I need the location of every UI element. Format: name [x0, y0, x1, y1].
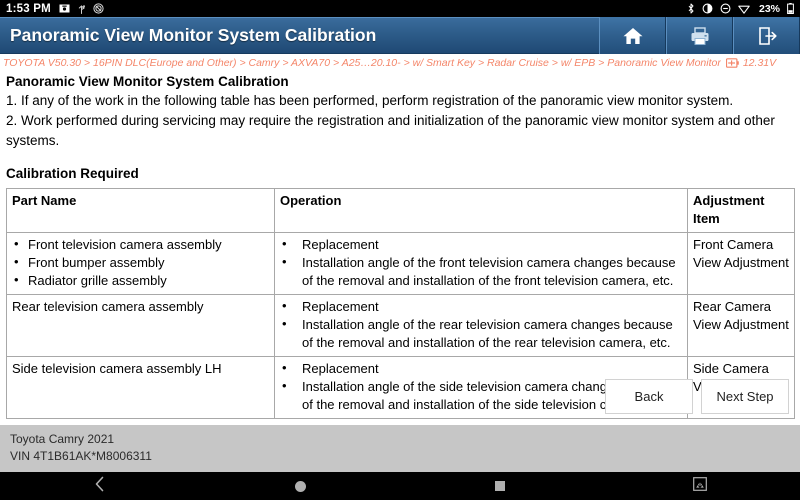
android-nav-bar: [0, 472, 800, 500]
printer-icon: [689, 26, 711, 46]
adjustment-item-text: Front Camera View Adjustment: [693, 237, 789, 270]
status-right-icons: 23%: [687, 3, 794, 15]
home-icon: [622, 26, 644, 46]
nav-home-button[interactable]: [200, 472, 400, 500]
bluetooth-icon: [687, 3, 695, 14]
column-header-part-name: Part Name: [6, 188, 275, 233]
screenshot-icon: [59, 4, 70, 13]
vehicle-info-footer: Toyota Camry 2021 VIN 4T1B61AK*M8006311: [0, 425, 800, 472]
page-title: Panoramic View Monitor System Calibratio…: [10, 25, 377, 45]
android-status-bar: 1:53 PM 23%: [0, 0, 800, 17]
status-clock: 1:53 PM: [6, 2, 51, 15]
square-icon: [495, 481, 505, 491]
wifi-icon: [738, 4, 750, 14]
do-not-disturb-icon: [93, 3, 104, 14]
table-row: Front television camera assembly Front b…: [6, 232, 795, 295]
print-button[interactable]: [666, 17, 733, 54]
list-item: Replacement: [280, 235, 682, 254]
operation-list: Replacement Installation angle of the re…: [280, 297, 682, 352]
device-screen: 1:53 PM 23% Panoramic View Monitor Syste…: [0, 0, 800, 500]
list-item: Replacement: [280, 297, 682, 316]
instruction-paragraph-1: 1. If any of the work in the following t…: [6, 93, 734, 108]
battery-voltage: 12.31V: [742, 56, 777, 69]
cell-operation: Replacement Installation angle of the fr…: [274, 232, 688, 295]
brightness-icon: [702, 3, 713, 14]
cell-operation: Replacement Installation angle of the re…: [274, 294, 688, 357]
column-header-adjustment-item: Adjustment Item: [687, 188, 795, 233]
list-item: Front bumper assembly: [12, 253, 269, 272]
nav-back-button[interactable]: [0, 472, 200, 500]
list-item: Installation angle of the rear televisio…: [280, 315, 682, 352]
dialog-button-bar: Back Next Step: [605, 379, 789, 414]
nav-screenshot-button[interactable]: [600, 472, 800, 500]
part-name-text: Side television camera assembly LH: [12, 361, 222, 376]
breadcrumb[interactable]: TOYOTA V50.30 > 16PIN DLC(Europe and Oth…: [0, 54, 800, 71]
column-header-operation: Operation: [274, 188, 688, 233]
cell-adjustment-item: Rear Camera View Adjustment: [687, 294, 795, 357]
battery-icon: [787, 3, 794, 14]
table-header-row: Part Name Operation Adjustment Item: [6, 188, 795, 233]
home-button[interactable]: [599, 17, 666, 54]
table-row: Rear television camera assembly Replacem…: [6, 294, 795, 357]
cell-part-name: Front television camera assembly Front b…: [6, 232, 275, 295]
chevron-left-icon: [94, 476, 106, 497]
exit-icon: [756, 26, 778, 46]
table-caption: Calibration Required: [6, 166, 139, 181]
nav-recents-button[interactable]: [400, 472, 600, 500]
back-button[interactable]: Back: [605, 379, 693, 414]
usb-icon: [77, 3, 86, 14]
vehicle-vin: VIN 4T1B61AK*M8006311: [10, 449, 152, 463]
screenshot-icon: [693, 476, 707, 496]
operation-list: Replacement Installation angle of the fr…: [280, 235, 682, 290]
app-title-bar: Panoramic View Monitor System Calibratio…: [0, 17, 800, 54]
main-content: Panoramic View Monitor System Calibratio…: [0, 71, 800, 425]
table-head: Part Name Operation Adjustment Item: [6, 188, 795, 233]
adjustment-item-text: Rear Camera View Adjustment: [693, 299, 789, 332]
battery-icon: [725, 57, 739, 68]
vehicle-name: Toyota Camry 2021: [10, 432, 115, 446]
list-item: Radiator grille assembly: [12, 271, 269, 290]
cell-part-name: Rear television camera assembly: [6, 294, 275, 357]
title-bar-buttons: [599, 17, 800, 54]
part-name-text: Rear television camera assembly: [12, 299, 204, 314]
list-item: Replacement: [280, 359, 682, 378]
part-name-list: Front television camera assembly Front b…: [12, 235, 269, 290]
circle-icon: [294, 480, 306, 492]
breadcrumb-path[interactable]: TOYOTA V50.30 > 16PIN DLC(Europe and Oth…: [3, 57, 721, 69]
status-left-icons: [59, 3, 104, 14]
battery-percent: 23%: [758, 2, 780, 15]
exit-button[interactable]: [733, 17, 800, 54]
mute-icon: [720, 3, 731, 14]
cell-adjustment-item: Front Camera View Adjustment: [687, 232, 795, 295]
list-item: Front television camera assembly: [12, 235, 269, 254]
next-step-button[interactable]: Next Step: [701, 379, 789, 414]
cell-part-name: Side television camera assembly LH: [6, 356, 275, 419]
instruction-paragraph-2: 2. Work performed during servicing may r…: [6, 113, 775, 148]
section-heading: Panoramic View Monitor System Calibratio…: [6, 74, 289, 89]
list-item: Installation angle of the front televisi…: [280, 253, 682, 290]
